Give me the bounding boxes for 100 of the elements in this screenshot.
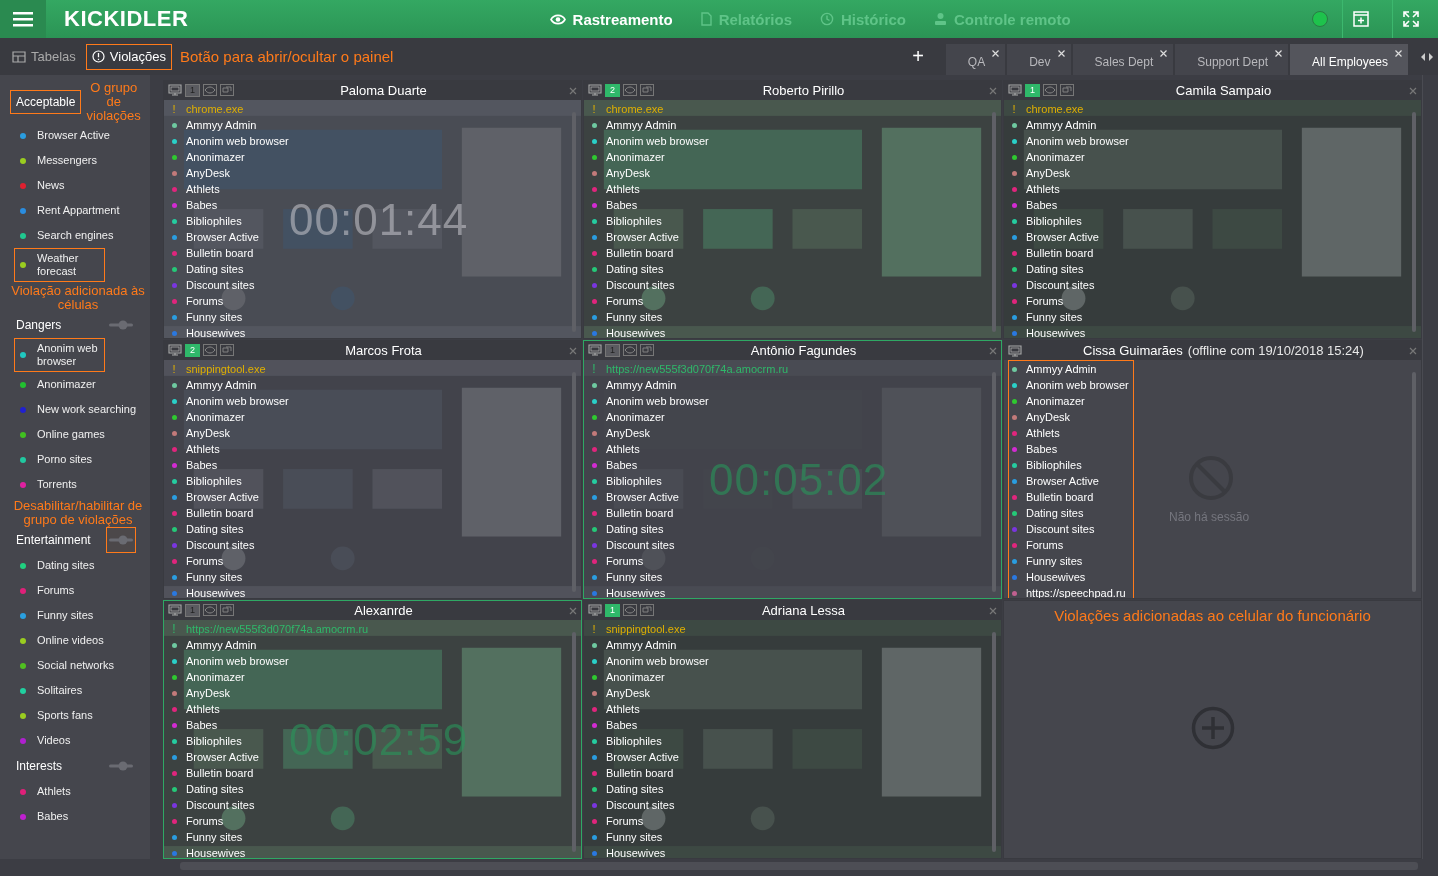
monitor-icon[interactable]: [1008, 344, 1022, 357]
eye-icon[interactable]: [1043, 84, 1057, 96]
violation-label: Anonim web browser: [186, 395, 289, 407]
violation-label[interactable]: Funny sites: [37, 609, 94, 622]
violation-label[interactable]: Torrents: [37, 478, 77, 491]
monitor-icon[interactable]: [168, 84, 182, 96]
violation-label[interactable]: Videos: [37, 734, 71, 747]
department-tab[interactable]: Support Dept: [1175, 44, 1288, 75]
group-title: Entertainment: [15, 532, 92, 549]
toggle-switch[interactable]: [109, 320, 133, 330]
eye-icon[interactable]: [623, 604, 637, 616]
eye-icon[interactable]: [203, 84, 217, 96]
violation-label: Athlets: [186, 703, 220, 715]
toggle-switch[interactable]: [109, 761, 133, 771]
tab-label[interactable]: Support Dept: [1197, 54, 1268, 69]
add-button[interactable]: +: [908, 45, 928, 68]
active-app: snippingtool.exe: [606, 623, 686, 635]
view-toggle-button[interactable]: Tabelas: [6, 43, 82, 70]
employee-tile[interactable]: Violações adicionadas ao celular do funcionário: [1003, 600, 1422, 859]
violation-label[interactable]: Anonim web browser: [37, 342, 100, 368]
eye-icon[interactable]: [203, 344, 217, 356]
eye-icon[interactable]: [623, 344, 637, 356]
violation-label[interactable]: Athlets: [37, 785, 71, 798]
violation-label[interactable]: Online games: [37, 428, 105, 441]
violation-label: AnyDesk: [606, 427, 651, 439]
department-tab[interactable]: All Employees: [1289, 44, 1408, 75]
tab-label[interactable]: Sales Dept: [1094, 54, 1154, 69]
scrollbar[interactable]: [1412, 112, 1416, 332]
violation-label[interactable]: Anonimazer: [37, 378, 96, 391]
violation-label[interactable]: Messengers: [37, 154, 97, 167]
employee-tile[interactable]: 1 Camila Sampaio ! chrome.exe Ammyy Admin Anonim web browser Anonimazer AnyDesk Athlets Babes Bibliophiles Browser Active Bulletin board Dating sites Discount sites Forums Funny sites Housewives: [1003, 80, 1422, 339]
violation-label[interactable]: Weather forecast: [37, 252, 100, 278]
screen-share-icon[interactable]: [1060, 84, 1074, 96]
violation-label: Housewives: [1026, 571, 1086, 583]
clock-icon: [820, 12, 834, 26]
violation-label: Athlets: [606, 443, 640, 455]
view-toggle-button[interactable]: Violações: [85, 43, 172, 70]
violation-label: Anonim web browser: [606, 395, 709, 407]
department-tab[interactable]: Sales Dept: [1072, 44, 1174, 75]
screen-share-icon[interactable]: [220, 344, 234, 356]
violation-label: Funny sites: [606, 571, 663, 583]
toggle-switch[interactable]: [109, 535, 133, 545]
department-tab[interactable]: Dev: [1007, 44, 1071, 75]
violation-label[interactable]: Online videos: [37, 634, 104, 647]
annotation: Desabilitar/habilitar de grupo de violações: [12, 499, 144, 527]
violation-label[interactable]: Browser Active: [37, 129, 110, 142]
screen-share-icon[interactable]: [640, 604, 654, 616]
employee-tile[interactable]: 2 Marcos Frota ! snippingtool.exe Ammyy Admin Anonim web browser Anonimazer AnyDesk Athlets Babes Bibliophiles Browser Active Bulletin board Dating sites Discount sites Forums Funny sites Housewives: [163, 340, 582, 599]
screen-share-icon[interactable]: [220, 84, 234, 96]
violation-label[interactable]: New work searching: [37, 403, 137, 416]
scroll-arrows-icon[interactable]: [1420, 52, 1434, 61]
violation-label[interactable]: Dating sites: [37, 559, 95, 572]
monitor-icon[interactable]: [1008, 84, 1022, 96]
menu-button[interactable]: [0, 0, 46, 38]
eye-icon[interactable]: [623, 84, 637, 96]
monitor-icon[interactable]: [588, 84, 602, 96]
tab-label[interactable]: QA: [967, 54, 986, 69]
violation-label[interactable]: Sports fans: [37, 709, 93, 722]
employee-name: Adriana Lessa: [761, 603, 846, 618]
department-tab[interactable]: QA: [945, 44, 1006, 75]
screen-share-icon[interactable]: [220, 604, 234, 616]
violation-label: Browser Active: [1026, 475, 1099, 487]
violation-label: Funny sites: [1026, 555, 1083, 567]
scrollbar[interactable]: [572, 632, 576, 852]
violation-label: Babes: [606, 719, 638, 731]
violation-label: Bulletin board: [1026, 247, 1094, 259]
violation-label[interactable]: Babes: [37, 810, 69, 823]
scrollbar[interactable]: [992, 112, 996, 332]
employee-tile[interactable]: 1 Adriana Lessa ! snippingtool.exe Ammyy Admin Anonim web browser Anonimazer AnyDesk Athlets Babes Bibliophiles Browser Active Bulletin board Dating sites Discount sites Forums Funny sites Housewives: [583, 600, 1002, 859]
violation-label[interactable]: News: [37, 179, 65, 192]
violation-label[interactable]: Forums: [37, 584, 75, 597]
violation-label: Dating sites: [606, 523, 664, 535]
violation-label[interactable]: Search engines: [37, 229, 114, 242]
tab-label[interactable]: Dev: [1029, 54, 1051, 69]
violation-label: Ammyy Admin: [186, 379, 257, 391]
screen-share-icon[interactable]: [640, 84, 654, 96]
violation-label: Discount sites: [186, 539, 255, 551]
screen-share-icon[interactable]: [640, 344, 654, 356]
monitor-icon[interactable]: [588, 604, 602, 616]
employee-tile[interactable]: 2 Roberto Pirillo ! chrome.exe Ammyy Admin Anonim web browser Anonimazer AnyDesk Athlets Babes Bibliophiles Browser Active Bulletin board Dating sites Discount sites Forums Funny sites Housewives: [583, 80, 1002, 339]
violation-label: Babes: [186, 199, 218, 211]
employee-name: Paloma Duarte: [340, 83, 427, 98]
monitor-icon[interactable]: [168, 344, 182, 356]
eye-icon[interactable]: [203, 604, 217, 616]
active-app: https://new555f3d070f74a.amocrm.ru: [186, 623, 369, 635]
monitor-icon[interactable]: [168, 604, 182, 616]
violation-label: Funny sites: [186, 831, 243, 843]
violation-label: Dating sites: [1026, 507, 1084, 519]
violation-label: Ammyy Admin: [1026, 119, 1097, 131]
violation-label[interactable]: Porno sites: [37, 453, 93, 466]
violation-label[interactable]: Solitaires: [37, 684, 83, 697]
violation-label: Anonimazer: [606, 411, 665, 423]
violation-label[interactable]: Social networks: [37, 659, 115, 672]
violation-label: Forums: [186, 295, 224, 307]
tab-label[interactable]: All Employees: [1311, 54, 1388, 69]
monitor-icon[interactable]: [588, 344, 602, 356]
violation-label: Bulletin board: [606, 247, 674, 259]
violation-label[interactable]: Rent Appartment: [37, 204, 120, 217]
employee-tile[interactable]: [1003, 340, 1422, 599]
scrollbar[interactable]: [992, 632, 996, 852]
